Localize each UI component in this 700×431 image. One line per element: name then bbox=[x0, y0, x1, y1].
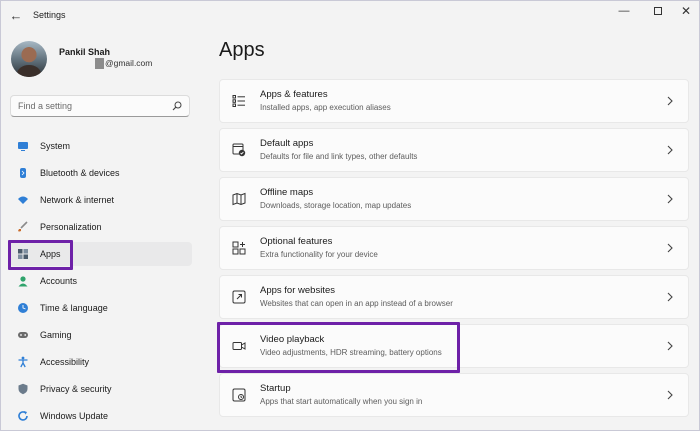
chevron-right-icon bbox=[666, 389, 674, 401]
avatar[interactable] bbox=[11, 41, 47, 77]
person-icon bbox=[17, 275, 29, 287]
startup-icon bbox=[232, 388, 246, 402]
sidebar-item-personalization[interactable]: Personalization bbox=[10, 215, 192, 239]
globe-clock-icon bbox=[17, 302, 29, 314]
brush-icon bbox=[17, 221, 29, 233]
chevron-right-icon bbox=[666, 144, 674, 156]
card-apps-features[interactable]: Apps & features Installed apps, app exec… bbox=[219, 79, 689, 123]
card-apps-for-websites[interactable]: Apps for websites Websites that can open… bbox=[219, 275, 689, 319]
card-subtitle: Apps that start automatically when you s… bbox=[260, 397, 423, 406]
bluetooth-icon bbox=[17, 167, 29, 179]
card-title: Optional features bbox=[260, 236, 333, 247]
sidebar-item-label: System bbox=[40, 141, 71, 151]
sidebar-item-label: Accessibility bbox=[40, 357, 90, 367]
sidebar-item-windows-update[interactable]: Windows Update bbox=[10, 404, 192, 428]
sidebar-item-time-language[interactable]: Time & language bbox=[10, 296, 192, 320]
sidebar-item-privacy-security[interactable]: Privacy & security bbox=[10, 377, 192, 401]
list-icon bbox=[232, 94, 246, 108]
sidebar-item-label: Gaming bbox=[40, 330, 72, 340]
system-icon bbox=[17, 140, 29, 152]
card-offline-maps[interactable]: Offline maps Downloads, storage location… bbox=[219, 177, 689, 221]
sidebar-item-system[interactable]: System bbox=[10, 134, 192, 158]
sidebar-item-label: Time & language bbox=[40, 303, 108, 313]
sidebar-item-gaming[interactable]: Gaming bbox=[10, 323, 192, 347]
sidebar-item-bluetooth[interactable]: Bluetooth & devices bbox=[10, 161, 192, 185]
card-subtitle: Downloads, storage location, map updates bbox=[260, 201, 412, 210]
sidebar-item-network[interactable]: Network & internet bbox=[10, 188, 192, 212]
sidebar-item-label: Windows Update bbox=[40, 411, 109, 421]
card-subtitle: Extra functionality for your device bbox=[260, 250, 378, 259]
sidebar-item-label: Personalization bbox=[40, 222, 102, 232]
user-email: @gmail.com bbox=[105, 58, 153, 68]
user-email-row: @gmail.com bbox=[95, 58, 152, 70]
user-name: Pankil Shah bbox=[59, 47, 111, 57]
chevron-right-icon bbox=[666, 242, 674, 254]
grid-plus-icon bbox=[232, 241, 246, 255]
sidebar-item-label: Bluetooth & devices bbox=[40, 168, 120, 178]
email-redaction bbox=[95, 58, 104, 69]
wifi-icon bbox=[17, 194, 29, 206]
update-icon bbox=[17, 410, 29, 422]
map-icon bbox=[232, 192, 246, 206]
default-apps-icon bbox=[232, 143, 246, 157]
sidebar-item-label: Accounts bbox=[40, 276, 78, 286]
card-title: Apps for websites bbox=[260, 285, 335, 296]
chevron-right-icon bbox=[666, 291, 674, 303]
sidebar-item-accessibility[interactable]: Accessibility bbox=[10, 350, 192, 374]
card-title: Startup bbox=[260, 383, 291, 394]
apps-highlight-box bbox=[8, 240, 73, 270]
card-title: Apps & features bbox=[260, 89, 328, 100]
card-optional-features[interactable]: Optional features Extra functionality fo… bbox=[219, 226, 689, 270]
search-icon[interactable] bbox=[172, 101, 182, 111]
search-placeholder: Find a setting bbox=[18, 101, 73, 111]
card-title: Default apps bbox=[260, 138, 314, 149]
back-arrow-icon[interactable]: ← bbox=[9, 9, 23, 23]
title-bar: ← Settings — ✕ bbox=[1, 1, 700, 31]
search-input[interactable]: Find a setting bbox=[10, 95, 190, 117]
sidebar-item-accounts[interactable]: Accounts bbox=[10, 269, 192, 293]
minimize-button[interactable]: — bbox=[609, 4, 639, 18]
chevron-right-icon bbox=[666, 193, 674, 205]
sidebar-item-label: Network & internet bbox=[40, 195, 115, 205]
sidebar-item-label: Privacy & security bbox=[40, 384, 112, 394]
card-startup[interactable]: Startup Apps that start automatically wh… bbox=[219, 373, 689, 417]
card-default-apps[interactable]: Default apps Defaults for file and link … bbox=[219, 128, 689, 172]
window-title: Settings bbox=[33, 10, 66, 20]
gamepad-icon bbox=[17, 329, 29, 341]
card-title: Offline maps bbox=[260, 187, 314, 198]
page-title: Apps bbox=[219, 39, 265, 61]
maximize-icon bbox=[654, 7, 662, 16]
video-playback-highlight-box bbox=[217, 322, 460, 373]
close-button[interactable]: ✕ bbox=[671, 4, 700, 18]
card-subtitle: Installed apps, app execution aliases bbox=[260, 103, 391, 112]
accessibility-icon bbox=[17, 356, 29, 368]
shield-icon bbox=[17, 383, 29, 395]
card-subtitle: Defaults for file and link types, other … bbox=[260, 152, 418, 161]
maximize-button[interactable] bbox=[643, 4, 673, 18]
open-external-icon bbox=[232, 290, 246, 304]
chevron-right-icon bbox=[666, 340, 674, 352]
card-subtitle: Websites that can open in an app instead… bbox=[260, 299, 453, 308]
settings-window: ← Settings — ✕ Pankil Shah @gmail.com Fi… bbox=[0, 0, 700, 431]
chevron-right-icon bbox=[666, 95, 674, 107]
